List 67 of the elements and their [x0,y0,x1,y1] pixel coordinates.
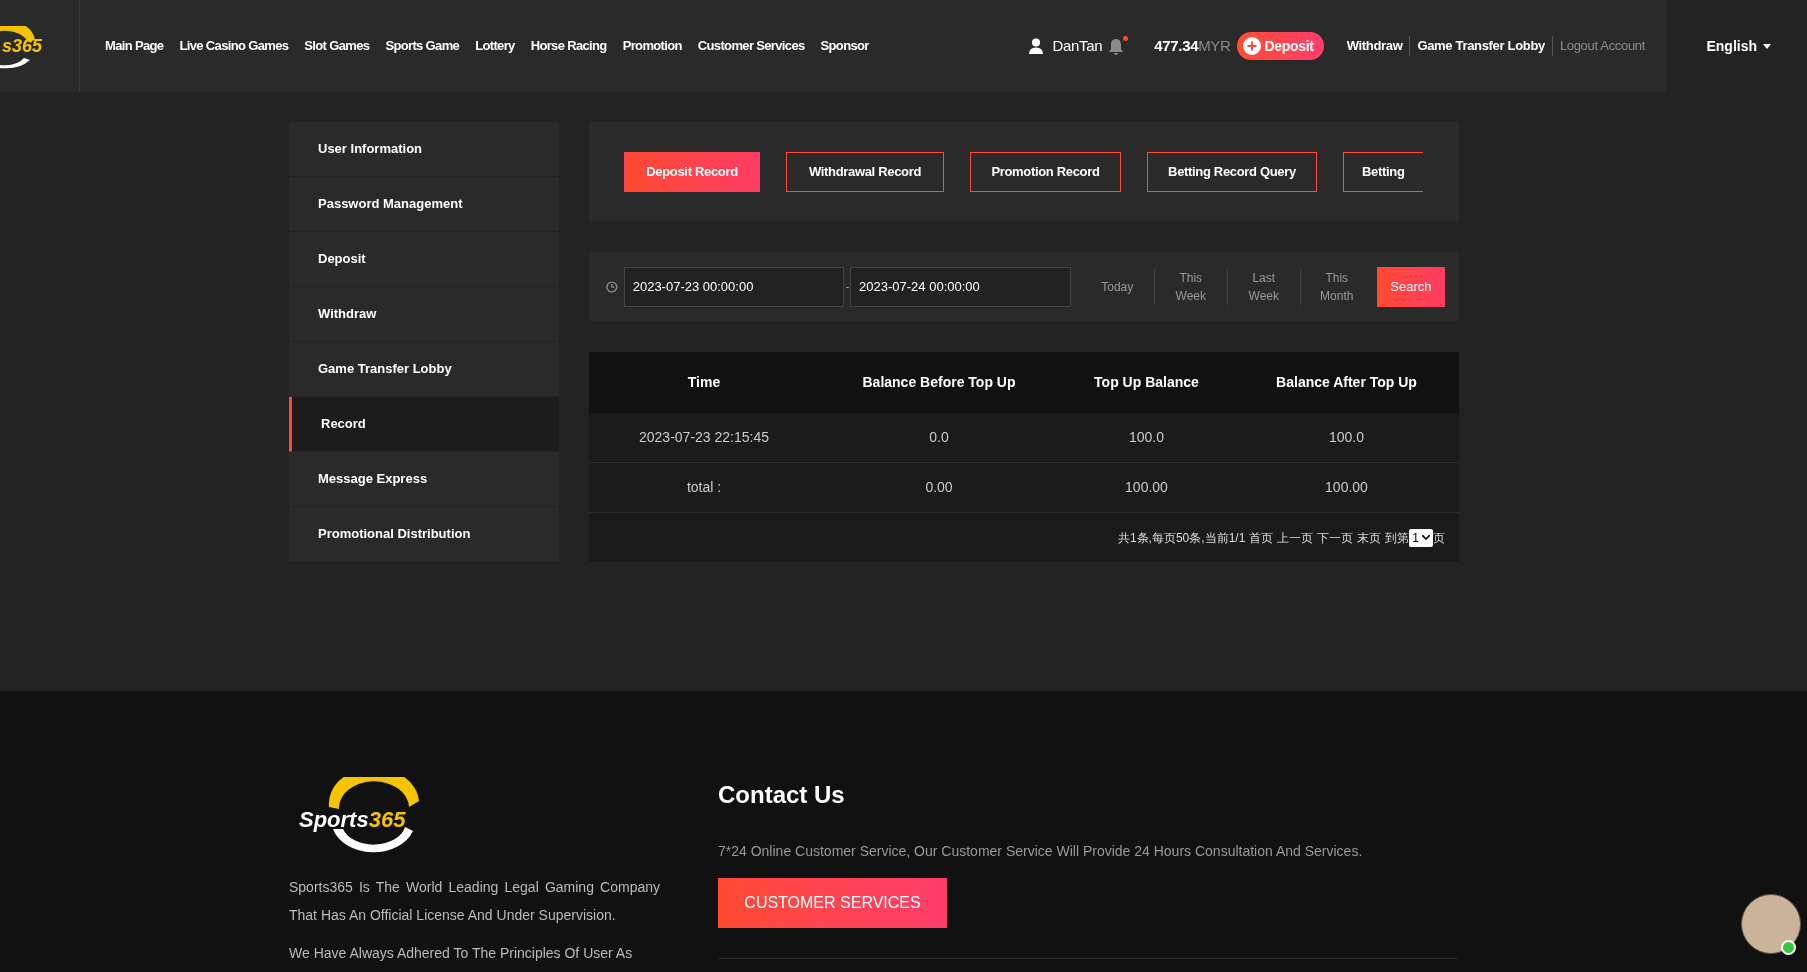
caret-icon [1763,43,1771,49]
column-header: Top Up Balance [1093,373,1200,392]
start-date-field[interactable]: 2023-07-23 00:00:00 [623,266,845,307]
header-link[interactable]: Game Transfer Lobby [1409,36,1552,56]
period-button[interactable]: Today [1080,277,1154,296]
table-cell-text: 0.0 [928,428,950,447]
date-separator: - [845,279,850,295]
nav-link[interactable]: Promotion [622,36,682,56]
table-cell-text: 2023-07-23 22:15:45 [638,428,770,447]
nav-link[interactable]: Horse Racing [530,36,607,56]
currency-label: MYR [1198,36,1231,54]
language-dropdown[interactable]: English [1706,35,1771,57]
period-button[interactable]: This Week [1153,268,1227,305]
pagination-link[interactable]: 上一页 [1277,528,1314,547]
footer-paragraph: We Have Always Adhered To The Principles Of User As [289,944,634,963]
column-header: Balance After Top Up [1275,373,1418,392]
pagination-link[interactable]: 下一页 [1317,528,1354,547]
plus-icon [1242,37,1261,55]
table-cell-text: 100.00 [1324,478,1369,497]
sidebar-item[interactable]: Promotional Distribution [289,507,559,562]
end-date-field[interactable]: 2023-07-24 00:00:00 [850,266,1071,307]
page-select[interactable]: 1 [1409,528,1433,547]
table-cell-text: 100.0 [1127,428,1165,447]
page-suffix: 页 [1433,529,1445,547]
contact-text: 7*24 Online Customer Service, Our Customer Service Will Provide 24 Hours Consultation And Services. [718,842,1364,861]
nav-link[interactable]: Main Page [105,36,164,56]
goto-label: 到第 [1385,529,1410,547]
period-button[interactable]: This Month [1299,268,1373,305]
caret-icon [1422,535,1430,540]
nav-link[interactable]: Sports Game [385,36,460,56]
sidebar-item[interactable]: User Information [289,122,559,177]
column-header: Balance Before Top Up [861,373,1017,392]
nav-link[interactable]: Live Casino Games [179,36,289,56]
header-link[interactable]: Withdraw [1339,36,1410,56]
record-tab[interactable]: Promotion Record [970,151,1121,192]
record-tab[interactable]: Betting Record Query [1147,151,1317,192]
sidebar-item[interactable]: Withdraw [289,287,559,342]
table-cell-text: 100.0 [1327,428,1365,447]
period-button[interactable]: Last Week [1226,268,1300,305]
user-icon [1028,38,1043,54]
username[interactable]: DanTan [1052,34,1103,58]
header-link[interactable]: Logout Account [1551,36,1652,56]
table-cell-text: total : [685,478,723,497]
nav-link[interactable]: Sponsor [820,36,869,56]
balance-amount: 477.34 [1154,36,1199,54]
sidebar-item[interactable]: Password Management [289,177,559,232]
record-tab[interactable]: Betting [1343,151,1423,192]
nav-link[interactable]: Slot Games [304,36,370,56]
footer-paragraph: Sports365 Is The World Leading Legal Gaming Company That Has An Official License And Under Supervision. [289,878,660,925]
nav-link[interactable]: Customer Services [697,36,805,56]
contact-title: Contact Us [718,780,846,810]
sidebar-item[interactable]: Game Transfer Lobby [289,342,559,397]
clock-icon [606,280,618,293]
logo[interactable]: s365 [0,0,80,92]
sidebar-item[interactable]: Message Express [289,452,559,507]
nav-link[interactable]: Lottery [475,36,515,56]
record-tab[interactable]: Withdrawal Record [786,151,944,192]
footer-logo: Sports365 [297,777,437,857]
table-cell-text: 100.00 [1124,478,1169,497]
pagination-link[interactable]: 末页 [1357,528,1382,547]
column-header: Time [686,373,722,392]
bell-icon[interactable] [1108,36,1127,56]
pagination-link[interactable]: 首页 [1249,528,1274,547]
sidebar-item[interactable]: Record [289,397,559,452]
pagination-summary: 共1条,每页50条,当前1/1 [1117,529,1246,547]
table-cell-text: 0.00 [924,478,954,497]
sidebar-item[interactable]: Deposit [289,232,559,287]
